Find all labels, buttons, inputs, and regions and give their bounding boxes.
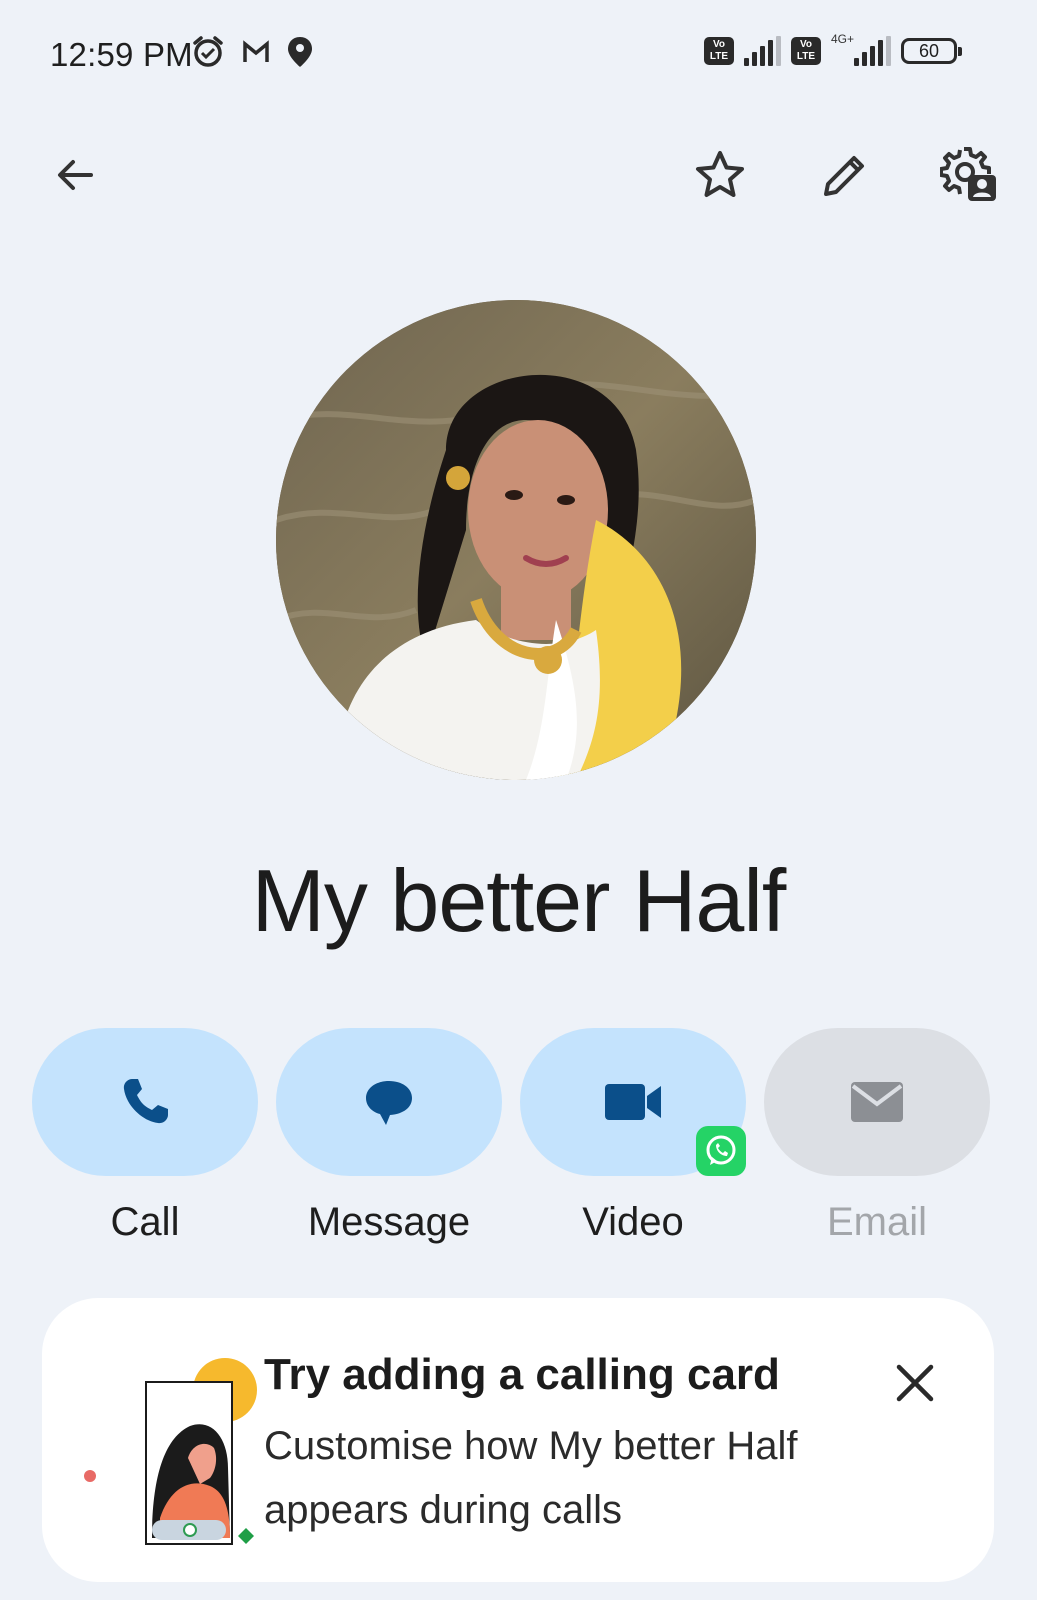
favorite-button[interactable] bbox=[685, 140, 755, 210]
video-icon bbox=[605, 1084, 661, 1120]
contact-name: My better Half bbox=[251, 851, 787, 950]
email-icon bbox=[851, 1082, 903, 1122]
calling-card-title: Try adding a calling card bbox=[264, 1350, 780, 1399]
volte-badge-sim2: Vo LTE bbox=[790, 37, 821, 65]
call-label: Call bbox=[110, 1200, 180, 1244]
contact-settings-icon bbox=[940, 147, 996, 201]
signal-sim2-icon bbox=[854, 36, 891, 66]
top-app-bar bbox=[0, 130, 1037, 220]
edit-icon bbox=[824, 156, 864, 196]
network-type: 4G+ bbox=[830, 32, 854, 46]
calling-card-illustration bbox=[80, 1338, 260, 1548]
contact-photo bbox=[276, 300, 756, 780]
alarm-icon bbox=[193, 36, 223, 67]
message-pill[interactable] bbox=[276, 1028, 502, 1176]
whatsapp-icon bbox=[706, 1135, 736, 1165]
status-time: 12:59 PM bbox=[50, 36, 193, 73]
video-pill[interactable] bbox=[520, 1028, 746, 1176]
email-button[interactable]: Email bbox=[764, 1028, 990, 1245]
message-label: Message bbox=[307, 1200, 471, 1244]
star-icon bbox=[696, 151, 744, 197]
close-icon bbox=[896, 1364, 934, 1402]
contact-settings-button[interactable] bbox=[935, 140, 1005, 210]
video-label: Video bbox=[582, 1200, 684, 1244]
dismiss-card-button[interactable] bbox=[880, 1348, 950, 1418]
signal-sim1-icon bbox=[743, 36, 781, 66]
phone-icon bbox=[123, 1079, 168, 1124]
calling-card-illustration-icon bbox=[84, 1358, 257, 1545]
back-arrow-icon bbox=[58, 160, 93, 190]
call-button[interactable]: Call bbox=[32, 1028, 258, 1245]
edit-button[interactable] bbox=[810, 140, 880, 210]
call-pill[interactable] bbox=[32, 1028, 258, 1176]
message-button[interactable]: Message bbox=[276, 1028, 502, 1245]
whatsapp-badge bbox=[696, 1126, 746, 1176]
video-button[interactable]: Video bbox=[520, 1028, 746, 1245]
action-buttons: Call Message Video Email bbox=[32, 1028, 1012, 1258]
battery-icon: 60 bbox=[901, 38, 962, 64]
back-button[interactable] bbox=[40, 140, 110, 210]
calling-card-promo[interactable]: Try adding a calling card Customise how … bbox=[42, 1298, 994, 1582]
status-bar: 12:59 PM Vo LTE Vo LTE 4G+ 60 bbox=[0, 0, 1037, 110]
contact-avatar[interactable] bbox=[276, 300, 756, 780]
email-label: Email bbox=[826, 1200, 928, 1244]
location-icon bbox=[288, 37, 312, 67]
status-icons-right: Vo LTE Vo LTE 4G+ 60 bbox=[703, 32, 962, 66]
calling-card-text: Customise how My better Half appears dur… bbox=[264, 1424, 798, 1532]
battery-level: 60 bbox=[918, 41, 940, 61]
email-pill[interactable] bbox=[764, 1028, 990, 1176]
volte-badge-sim1: Vo LTE bbox=[703, 37, 734, 65]
status-icons-left bbox=[190, 34, 314, 70]
gmail-icon bbox=[243, 40, 269, 62]
message-icon bbox=[366, 1081, 412, 1125]
